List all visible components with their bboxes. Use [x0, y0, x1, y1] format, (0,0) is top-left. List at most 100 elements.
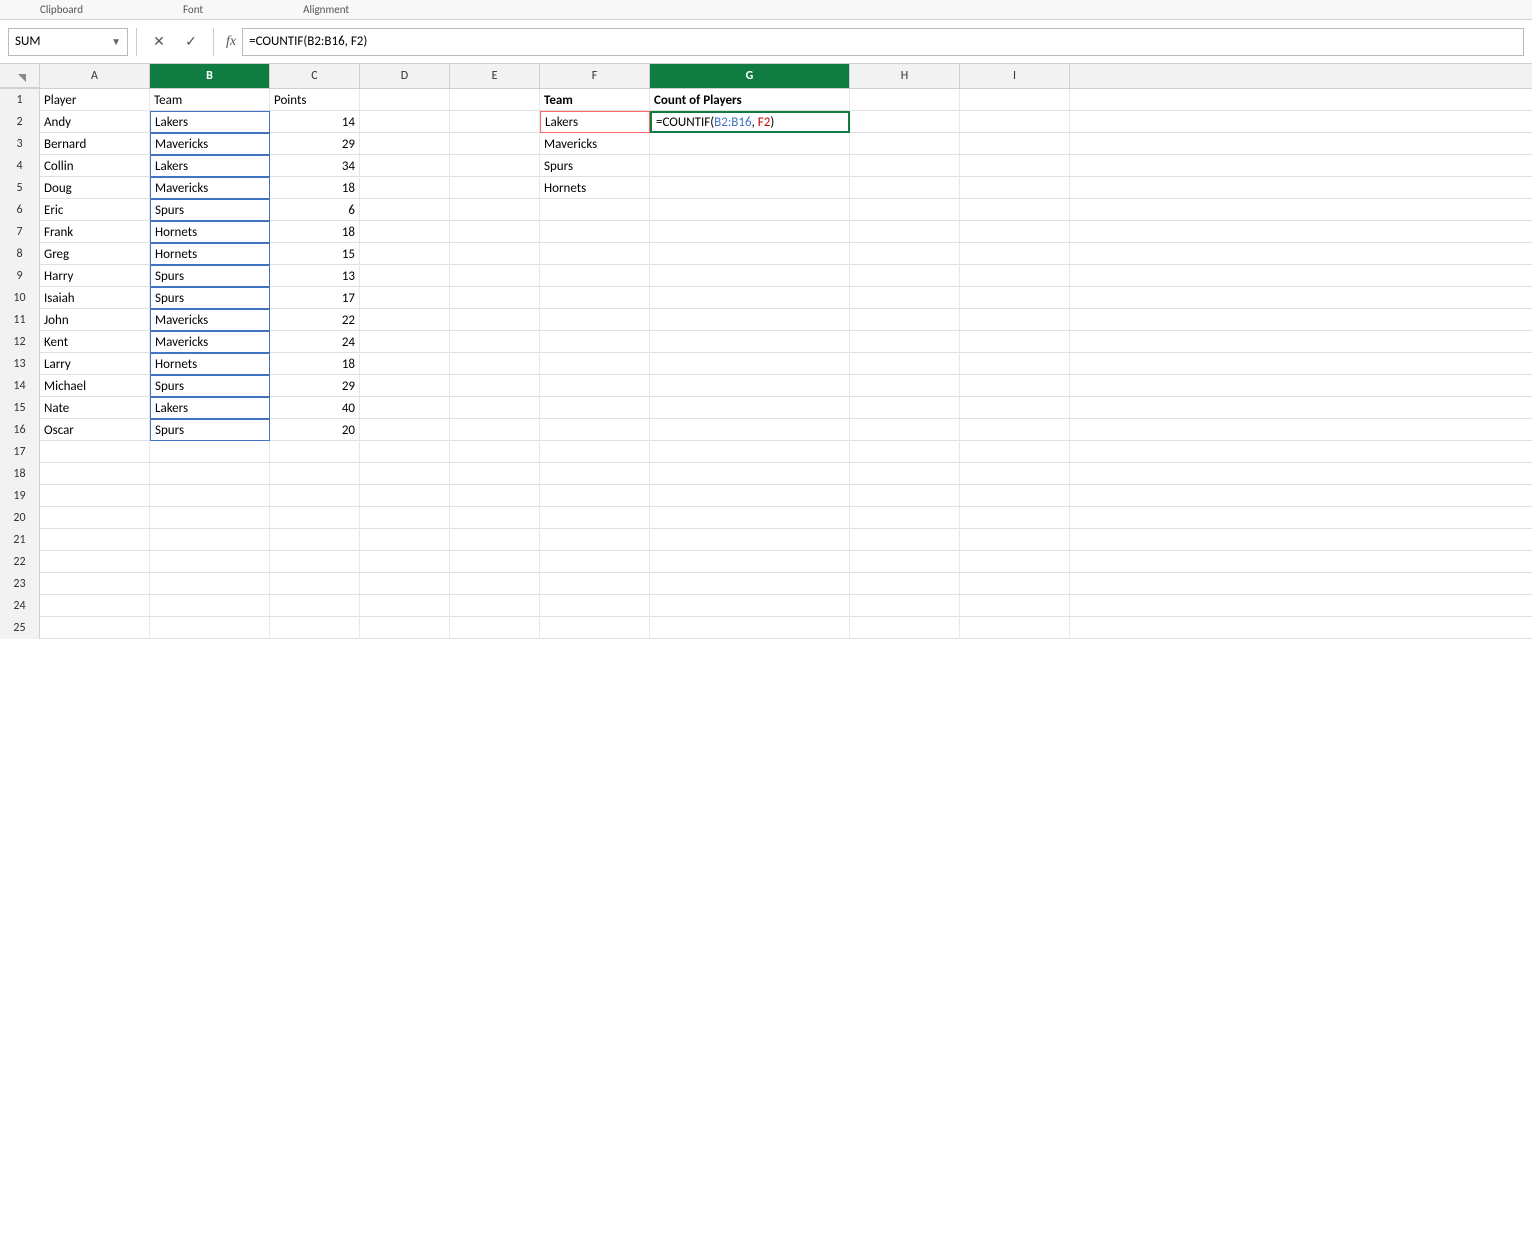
cell-i13[interactable] [960, 353, 1070, 375]
cell-g5[interactable] [650, 177, 850, 199]
cell-c5[interactable]: 18 [270, 177, 360, 199]
cell-a16[interactable]: Oscar [40, 419, 150, 441]
cell-c13[interactable]: 18 [270, 353, 360, 375]
cell-f21[interactable] [540, 529, 650, 551]
cell-a4[interactable]: Collin [40, 155, 150, 177]
cell-g19[interactable] [650, 485, 850, 507]
cell-g14[interactable] [650, 375, 850, 397]
cell-a11[interactable]: John [40, 309, 150, 331]
cell-c14[interactable]: 29 [270, 375, 360, 397]
cell-d15[interactable] [360, 397, 450, 419]
cell-a6[interactable]: Eric [40, 199, 150, 221]
cell-f11[interactable] [540, 309, 650, 331]
cell-d13[interactable] [360, 353, 450, 375]
cell-i8[interactable] [960, 243, 1070, 265]
col-header-d[interactable]: D [360, 64, 450, 88]
col-header-c[interactable]: C [270, 64, 360, 88]
cell-i19[interactable] [960, 485, 1070, 507]
cell-i6[interactable] [960, 199, 1070, 221]
cell-d7[interactable] [360, 221, 450, 243]
cell-b25[interactable] [150, 617, 270, 639]
cell-f19[interactable] [540, 485, 650, 507]
cell-e19[interactable] [450, 485, 540, 507]
cell-c15[interactable]: 40 [270, 397, 360, 419]
cell-i4[interactable] [960, 155, 1070, 177]
cell-c7[interactable]: 18 [270, 221, 360, 243]
cell-h25[interactable] [850, 617, 960, 639]
cell-e25[interactable] [450, 617, 540, 639]
cell-h9[interactable] [850, 265, 960, 287]
cell-b10[interactable]: Spurs [150, 287, 270, 309]
cell-i11[interactable] [960, 309, 1070, 331]
cell-g22[interactable] [650, 551, 850, 573]
cell-i23[interactable] [960, 573, 1070, 595]
cell-i2[interactable] [960, 111, 1070, 133]
cell-g18[interactable] [650, 463, 850, 485]
cell-g3[interactable] [650, 133, 850, 155]
cell-d9[interactable] [360, 265, 450, 287]
col-header-g[interactable]: G [650, 64, 850, 88]
cell-g24[interactable] [650, 595, 850, 617]
cell-h12[interactable] [850, 331, 960, 353]
cell-d4[interactable] [360, 155, 450, 177]
cell-f1[interactable]: Team [540, 89, 650, 111]
cell-f14[interactable] [540, 375, 650, 397]
cell-i12[interactable] [960, 331, 1070, 353]
cell-f24[interactable] [540, 595, 650, 617]
cell-g23[interactable] [650, 573, 850, 595]
cell-a17[interactable] [40, 441, 150, 463]
cell-e24[interactable] [450, 595, 540, 617]
name-box-dropdown-icon[interactable]: ▼ [111, 35, 121, 48]
cell-c23[interactable] [270, 573, 360, 595]
cell-g9[interactable] [650, 265, 850, 287]
cell-a10[interactable]: Isaiah [40, 287, 150, 309]
cell-h11[interactable] [850, 309, 960, 331]
cell-f3[interactable]: Mavericks [540, 133, 650, 155]
cell-f6[interactable] [540, 199, 650, 221]
cell-f25[interactable] [540, 617, 650, 639]
cell-c19[interactable] [270, 485, 360, 507]
cell-a22[interactable] [40, 551, 150, 573]
cell-f13[interactable] [540, 353, 650, 375]
confirm-button[interactable]: ✓ [177, 28, 205, 56]
col-header-e[interactable]: E [450, 64, 540, 88]
cell-a5[interactable]: Doug [40, 177, 150, 199]
cell-d2[interactable] [360, 111, 450, 133]
cell-i5[interactable] [960, 177, 1070, 199]
cell-c25[interactable] [270, 617, 360, 639]
cell-d24[interactable] [360, 595, 450, 617]
cell-f10[interactable] [540, 287, 650, 309]
cell-e17[interactable] [450, 441, 540, 463]
cell-e3[interactable] [450, 133, 540, 155]
cell-g16[interactable] [650, 419, 850, 441]
cell-d20[interactable] [360, 507, 450, 529]
cell-c11[interactable]: 22 [270, 309, 360, 331]
cell-d17[interactable] [360, 441, 450, 463]
cell-h14[interactable] [850, 375, 960, 397]
cell-c10[interactable]: 17 [270, 287, 360, 309]
cell-i3[interactable] [960, 133, 1070, 155]
cell-c2[interactable]: 14 [270, 111, 360, 133]
cell-h21[interactable] [850, 529, 960, 551]
cell-g15[interactable] [650, 397, 850, 419]
cell-h5[interactable] [850, 177, 960, 199]
cell-b4[interactable]: Lakers [150, 155, 270, 177]
cell-h2[interactable] [850, 111, 960, 133]
cell-a23[interactable] [40, 573, 150, 595]
cell-b6[interactable]: Spurs [150, 199, 270, 221]
col-header-b[interactable]: B [150, 64, 270, 88]
cell-c3[interactable]: 29 [270, 133, 360, 155]
formula-input[interactable] [242, 28, 1524, 56]
cell-i16[interactable] [960, 419, 1070, 441]
cell-b5[interactable]: Mavericks [150, 177, 270, 199]
cell-c8[interactable]: 15 [270, 243, 360, 265]
cell-a8[interactable]: Greg [40, 243, 150, 265]
cell-g7[interactable] [650, 221, 850, 243]
cell-b12[interactable]: Mavericks [150, 331, 270, 353]
cell-g2[interactable]: =COUNTIF(B2:B16, F2) [650, 111, 850, 133]
cell-c17[interactable] [270, 441, 360, 463]
cell-g17[interactable] [650, 441, 850, 463]
cell-e13[interactable] [450, 353, 540, 375]
cell-d16[interactable] [360, 419, 450, 441]
cell-e7[interactable] [450, 221, 540, 243]
